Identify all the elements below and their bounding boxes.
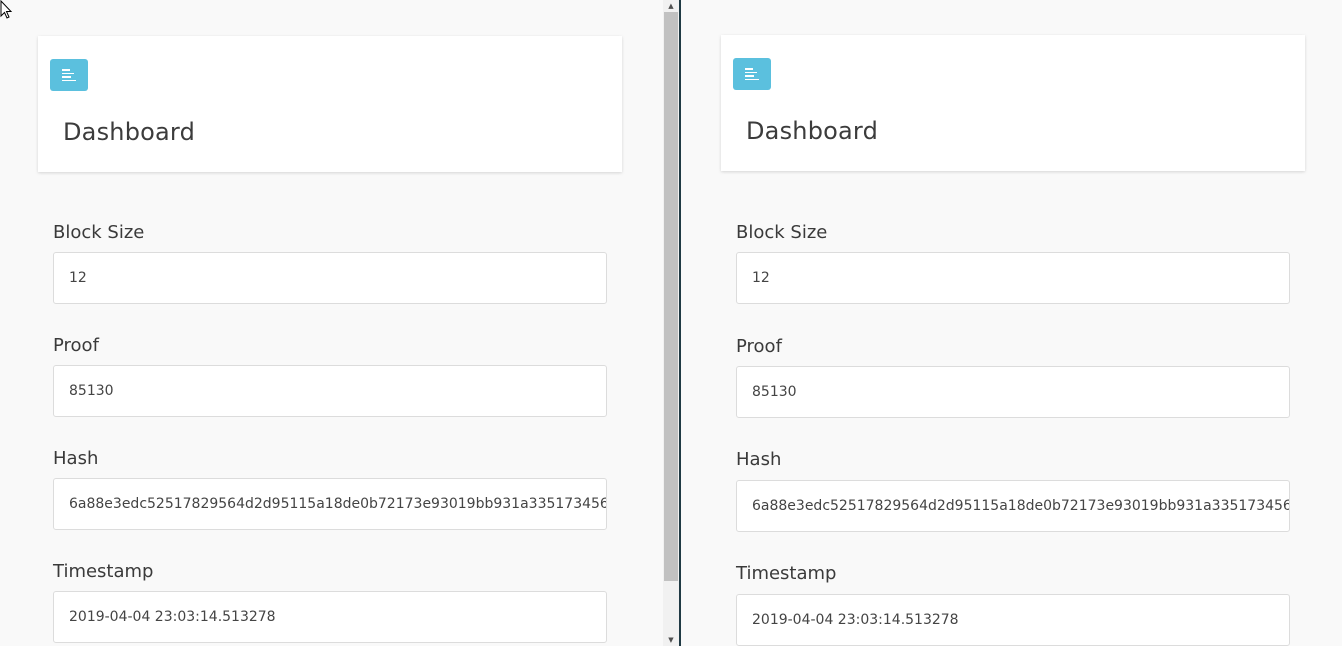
scrollbar-thumb[interactable]: [664, 12, 678, 581]
align-left-icon[interactable]: [50, 59, 88, 91]
dashboard-card: Dashboard: [721, 35, 1305, 171]
hash-label: Hash: [53, 448, 99, 469]
hash-field[interactable]: 6a88e3edc52517829564d2d95115a18de0b72173…: [736, 480, 1290, 532]
left-pane-scrollbar[interactable]: ▲ ▼: [663, 0, 679, 646]
proof-label: Proof: [736, 336, 782, 357]
block-size-field[interactable]: 12: [53, 252, 607, 304]
proof-field[interactable]: 85130: [736, 366, 1290, 418]
timestamp-label: Timestamp: [53, 561, 154, 582]
hash-label: Hash: [736, 449, 782, 470]
block-size-label: Block Size: [736, 222, 828, 243]
mouse-pointer-icon: [0, 0, 13, 19]
proof-field[interactable]: 85130: [53, 365, 607, 417]
dashboard-card: Dashboard: [38, 36, 622, 172]
block-size-field[interactable]: 12: [736, 252, 1290, 304]
right-pane: Dashboard Block Size 12 Proof 85130 Hash…: [681, 0, 1342, 646]
timestamp-label: Timestamp: [736, 563, 837, 584]
scroll-up-arrow-icon[interactable]: ▲: [663, 0, 679, 12]
align-left-icon[interactable]: [733, 58, 771, 90]
timestamp-field[interactable]: 2019-04-04 23:03:14.513278: [53, 591, 607, 643]
page-title: Dashboard: [63, 118, 196, 146]
block-size-label: Block Size: [53, 222, 145, 243]
proof-label: Proof: [53, 335, 99, 356]
hash-field[interactable]: 6a88e3edc52517829564d2d95115a18de0b72173…: [53, 478, 607, 530]
page-title: Dashboard: [746, 117, 879, 145]
timestamp-field[interactable]: 2019-04-04 23:03:14.513278: [736, 594, 1290, 646]
scroll-down-arrow-icon[interactable]: ▼: [663, 634, 679, 646]
left-pane: Dashboard Block Size 12 Proof 85130 Hash…: [0, 0, 663, 646]
